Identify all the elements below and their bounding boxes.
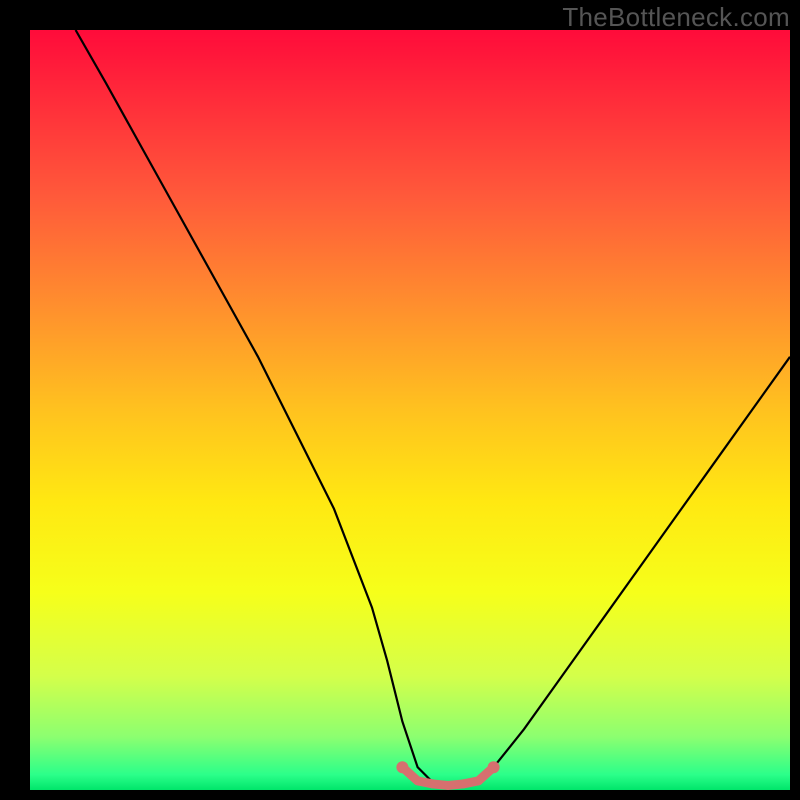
highlight-dot [474, 776, 483, 785]
highlight-dot [396, 761, 408, 773]
chart-frame: TheBottleneck.com [0, 0, 800, 800]
highlight-dot [459, 779, 468, 788]
bottleneck-chart [0, 0, 800, 800]
highlight-dot [428, 779, 437, 788]
watermark-text: TheBottleneck.com [562, 2, 790, 33]
highlight-dot [488, 761, 500, 773]
highlight-dot [413, 776, 422, 785]
highlight-dot [444, 781, 453, 790]
plot-background [30, 30, 790, 790]
